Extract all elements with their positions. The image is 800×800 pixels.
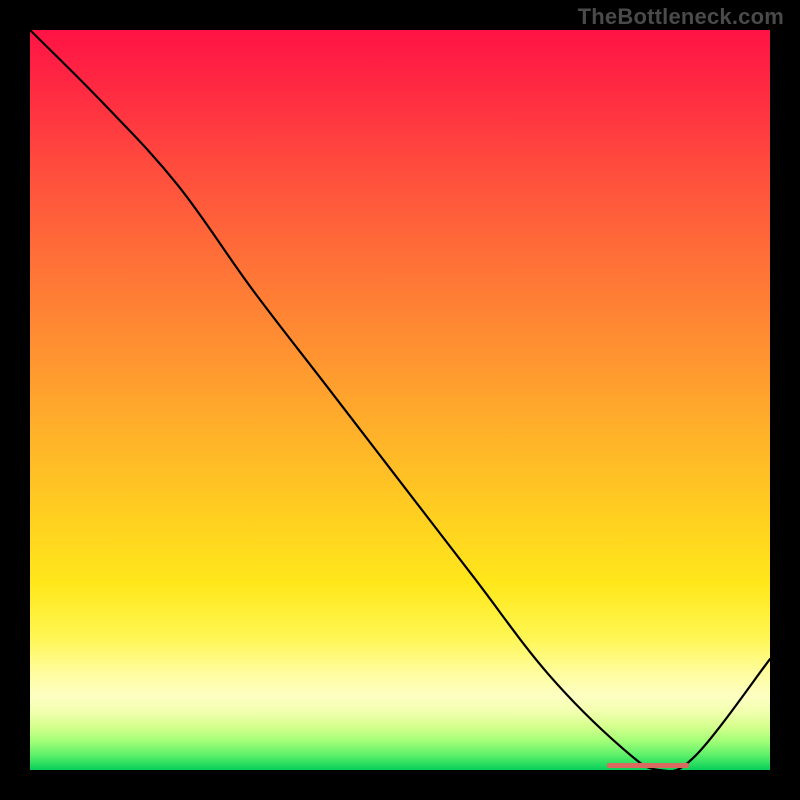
plot-area xyxy=(30,30,770,770)
chart-frame: TheBottleneck.com xyxy=(0,0,800,800)
optimal-zone-marker xyxy=(607,763,688,768)
bottleneck-curve xyxy=(30,30,770,770)
watermark-text: TheBottleneck.com xyxy=(578,4,784,30)
